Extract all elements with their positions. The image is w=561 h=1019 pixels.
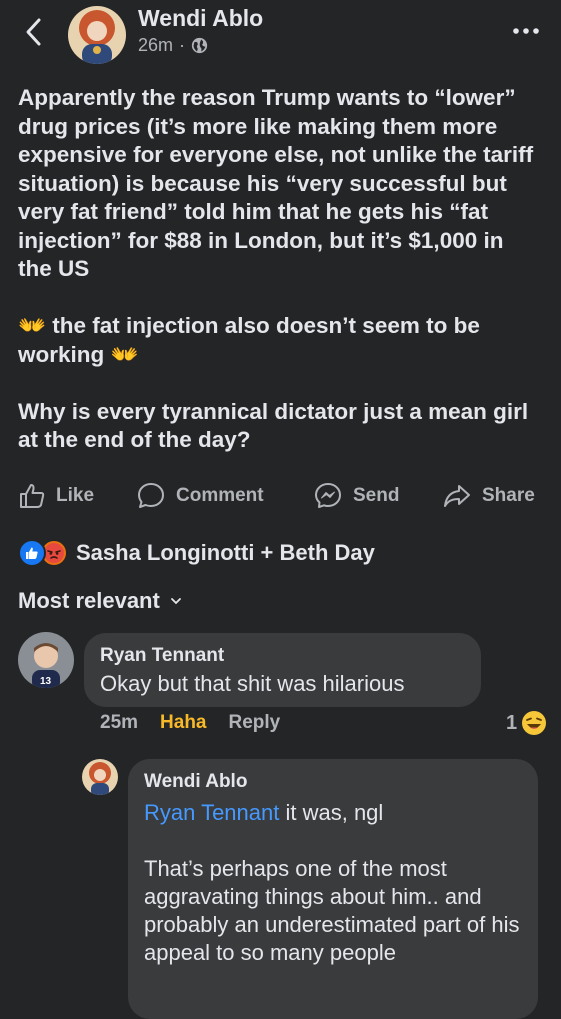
more-options-button[interactable] bbox=[510, 16, 542, 46]
reactions-names: Sasha Longinotti + Beth Day bbox=[76, 540, 375, 565]
comment-time[interactable]: 25m bbox=[100, 712, 138, 734]
post-paragraph: Why is every tyrannical dictator just a … bbox=[18, 398, 529, 453]
share-button[interactable]: Share bbox=[442, 474, 535, 518]
sort-label: Most relevant bbox=[18, 588, 160, 613]
share-icon bbox=[444, 485, 470, 507]
post-meta: 26m · bbox=[138, 35, 208, 56]
reply-line: it was, ngl bbox=[279, 800, 384, 825]
comment-actions: 25m Haha Reply bbox=[100, 712, 280, 734]
reply-paragraph: That’s perhaps one of the most aggravati… bbox=[144, 856, 520, 965]
send-label: Send bbox=[353, 485, 400, 506]
comment-label: Comment bbox=[176, 485, 264, 506]
globe-icon bbox=[191, 37, 208, 54]
reaction-icons bbox=[18, 539, 68, 567]
author-avatar[interactable] bbox=[68, 6, 126, 64]
post-time[interactable]: 26m bbox=[138, 35, 173, 56]
mention-link[interactable]: Ryan Tennant bbox=[144, 800, 279, 825]
commenter-avatar[interactable]: 13 bbox=[18, 632, 74, 688]
comment-reaction-count[interactable]: 1 bbox=[506, 710, 547, 736]
haha-emoji-icon bbox=[522, 711, 547, 735]
thumbs-up-icon bbox=[20, 484, 45, 508]
back-button[interactable] bbox=[20, 14, 48, 50]
like-reaction-icon bbox=[18, 539, 46, 567]
reply-text: Ryan Tennant it was, ngl That’s perhaps … bbox=[144, 799, 522, 967]
post-paragraph: Apparently the reason Trump wants to “lo… bbox=[18, 85, 534, 281]
comment-bubble: Ryan Tennant Okay but that shit was hila… bbox=[84, 633, 481, 707]
post-action-bar: Like Comment Send Share bbox=[0, 474, 561, 518]
reply-button[interactable]: Reply bbox=[229, 712, 281, 734]
chevron-down-icon bbox=[170, 598, 181, 605]
reactions-summary[interactable]: Sasha Longinotti + Beth Day bbox=[18, 538, 375, 568]
comment-button[interactable]: Comment bbox=[136, 474, 264, 518]
messenger-icon bbox=[315, 483, 341, 508]
like-button[interactable]: Like bbox=[18, 474, 94, 518]
share-label: Share bbox=[482, 485, 535, 506]
comment-author[interactable]: Ryan Tennant bbox=[100, 645, 465, 667]
more-icon bbox=[513, 28, 539, 34]
chevron-left-icon bbox=[26, 18, 41, 46]
reply-bubble: Wendi Ablo Ryan Tennant it was, ngl That… bbox=[128, 759, 538, 1019]
post-text: Apparently the reason Trump wants to “lo… bbox=[18, 84, 543, 483]
comment-text: Okay but that shit was hilarious bbox=[100, 671, 405, 696]
reply-author[interactable]: Wendi Ablo bbox=[144, 771, 522, 793]
svg-text:13: 13 bbox=[40, 676, 52, 687]
reply-author-avatar[interactable] bbox=[82, 759, 118, 795]
post-paragraph: 👐 the fat injection also doesn’t seem to… bbox=[18, 313, 480, 367]
author-name[interactable]: Wendi Ablo bbox=[138, 5, 263, 32]
comment-icon bbox=[138, 483, 164, 508]
separator-dot: · bbox=[179, 35, 186, 55]
reaction-count: 1 bbox=[506, 711, 518, 734]
like-label: Like bbox=[56, 485, 95, 506]
haha-reaction-button[interactable]: Haha bbox=[160, 712, 206, 734]
send-button[interactable]: Send bbox=[313, 474, 399, 518]
comment-sort-dropdown[interactable]: Most relevant bbox=[18, 588, 182, 614]
